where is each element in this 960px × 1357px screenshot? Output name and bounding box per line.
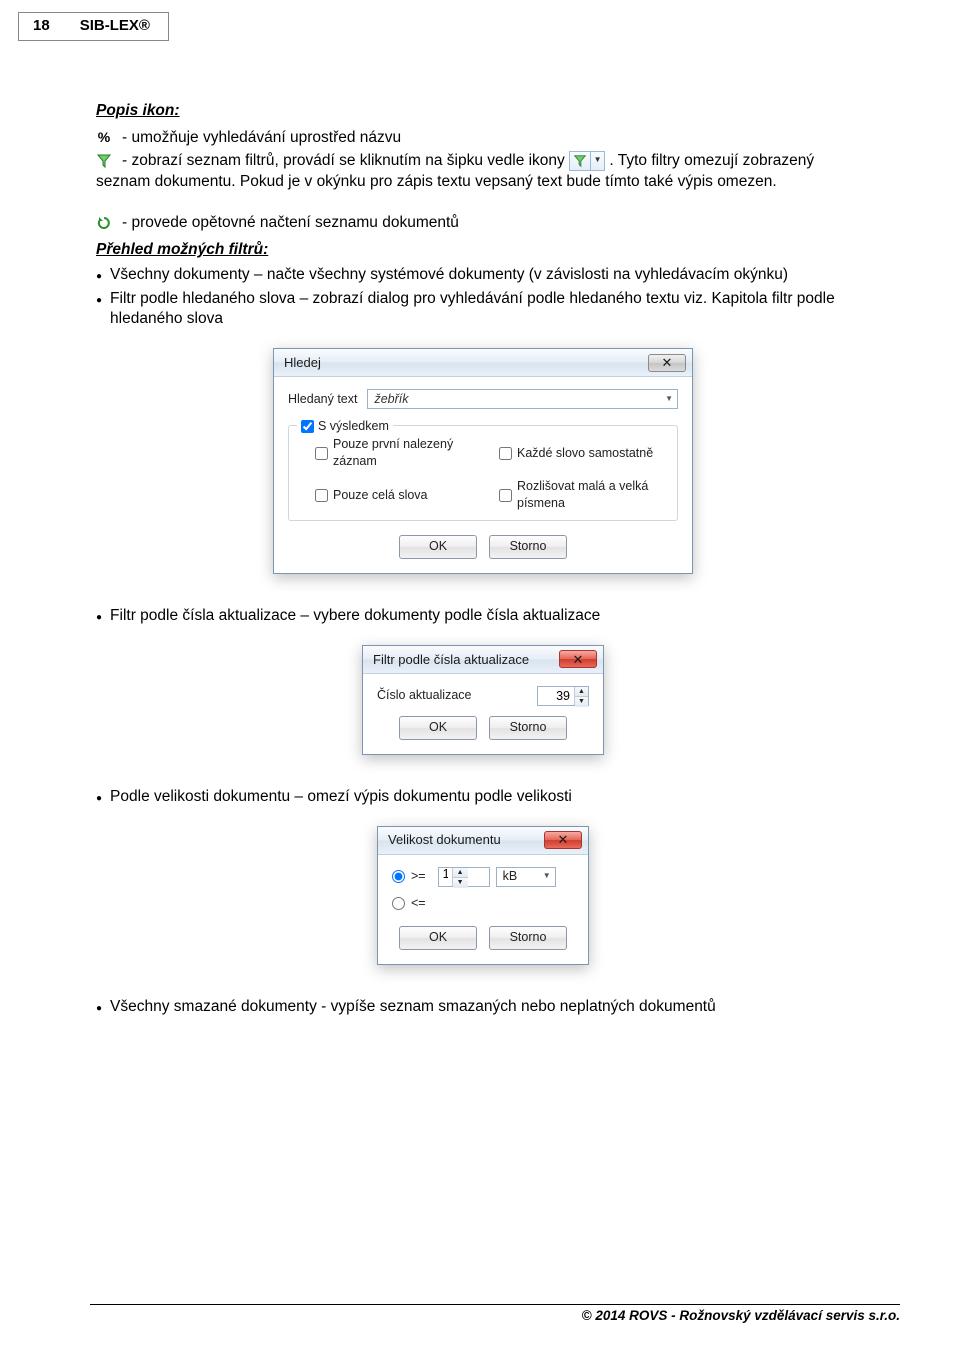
cancel-button[interactable]: Storno — [489, 716, 567, 740]
ok-button[interactable]: OK — [399, 716, 477, 740]
ok-button[interactable]: OK — [399, 535, 477, 559]
dialog-title: Filtr podle čísla aktualizace — [373, 651, 529, 669]
search-dialog: Hledej ✕ Hledaný text žebřík ▼ S výsledk… — [273, 348, 693, 574]
close-icon: ✕ — [573, 651, 584, 669]
chk-first-result[interactable]: Pouze první nalezený záznam — [315, 436, 481, 470]
percent-description: - umožňuje vyhledávání uprostřed názvu — [122, 128, 401, 149]
chevron-down-icon[interactable]: ▼ — [590, 152, 604, 170]
percent-icon: % — [96, 130, 112, 146]
copyright: © 2014 ROVS - Rožnovský vzdělávací servi… — [582, 1308, 900, 1323]
filter-item: Filtr podle čísla aktualizace – vybere d… — [96, 606, 870, 627]
page-number-box: 18 SIB-LEX® — [18, 12, 169, 41]
spin-up-icon[interactable]: ▲ — [453, 868, 468, 878]
chevron-down-icon[interactable]: ▼ — [665, 394, 673, 405]
close-button[interactable]: ✕ — [544, 831, 582, 849]
radio-ge[interactable] — [392, 870, 405, 883]
chk-each-word[interactable]: Každé slovo samostatně — [499, 436, 665, 470]
footer: © 2014 ROVS - Rožnovský vzdělávací servi… — [90, 1304, 900, 1323]
section-title: Popis ikon: — [96, 101, 870, 122]
app-name: SIB-LEX® — [80, 17, 150, 34]
with-result-checkbox[interactable] — [301, 420, 314, 433]
result-group: S výsledkem Pouze první nalezený záznam … — [288, 425, 678, 521]
search-value: žebřík — [374, 391, 408, 408]
update-number-input[interactable] — [538, 687, 574, 705]
close-icon: ✕ — [558, 831, 569, 849]
chk-whole-words[interactable]: Pouze celá slova — [315, 478, 481, 512]
radio-le[interactable] — [392, 897, 405, 910]
ok-button[interactable]: OK — [399, 926, 477, 950]
group-label: S výsledkem — [318, 418, 389, 435]
cancel-button[interactable]: Storno — [489, 926, 567, 950]
close-button[interactable]: ✕ — [559, 650, 597, 668]
op-ge-label: >= — [411, 868, 426, 885]
filters-title: Přehled možných filtrů: — [96, 240, 870, 261]
dialog-title: Velikost dokumentu — [388, 831, 501, 849]
search-combo[interactable]: žebřík ▼ — [367, 389, 678, 409]
funnel-dropdown-icon[interactable]: ▼ — [569, 151, 605, 171]
close-button[interactable]: ✕ — [648, 354, 686, 372]
update-number-spinner[interactable]: ▲▼ — [537, 686, 589, 706]
funnel-description: - zobrazí seznam filtrů, provádí se klik… — [96, 152, 814, 190]
spin-down-icon[interactable]: ▼ — [575, 697, 588, 706]
close-icon: ✕ — [662, 354, 673, 372]
page-header: 18 SIB-LEX® — [0, 0, 960, 41]
content: Popis ikon: % - umožňuje vyhledávání upr… — [0, 41, 960, 1018]
cancel-button[interactable]: Storno — [489, 535, 567, 559]
chk-case-sensitive[interactable]: Rozlišovat malá a velká písmena — [499, 478, 665, 512]
search-label: Hledaný text — [288, 391, 357, 408]
filter-item: Všechny dokumenty – načte všechny systém… — [96, 265, 870, 286]
filter-item: Podle velikosti dokumentu – omezí výpis … — [96, 787, 870, 808]
size-input[interactable] — [439, 868, 452, 881]
dialog-title: Hledej — [284, 354, 321, 372]
unit-combo[interactable]: kB ▼ — [496, 867, 556, 887]
update-number-label: Číslo aktualizace — [377, 687, 472, 704]
op-le-label: <= — [411, 895, 426, 912]
size-spinner[interactable]: ▲▼ — [438, 867, 490, 887]
refresh-icon — [96, 215, 112, 231]
filter-item: Všechny smazané dokumenty - vypíše sezna… — [96, 997, 870, 1018]
page-number: 18 — [33, 17, 50, 34]
spin-down-icon[interactable]: ▼ — [453, 878, 468, 887]
size-dialog: Velikost dokumentu ✕ >= ▲▼ kB ▼ — [377, 826, 589, 965]
filter-item: Filtr podle hledaného slova – zobrazí di… — [96, 289, 870, 331]
update-filter-dialog: Filtr podle čísla aktualizace ✕ Číslo ak… — [362, 645, 604, 755]
spin-up-icon[interactable]: ▲ — [575, 687, 588, 697]
chevron-down-icon[interactable]: ▼ — [543, 871, 551, 882]
funnel-icon — [96, 153, 112, 169]
refresh-description: - provede opětovné načtení seznamu dokum… — [122, 213, 459, 234]
